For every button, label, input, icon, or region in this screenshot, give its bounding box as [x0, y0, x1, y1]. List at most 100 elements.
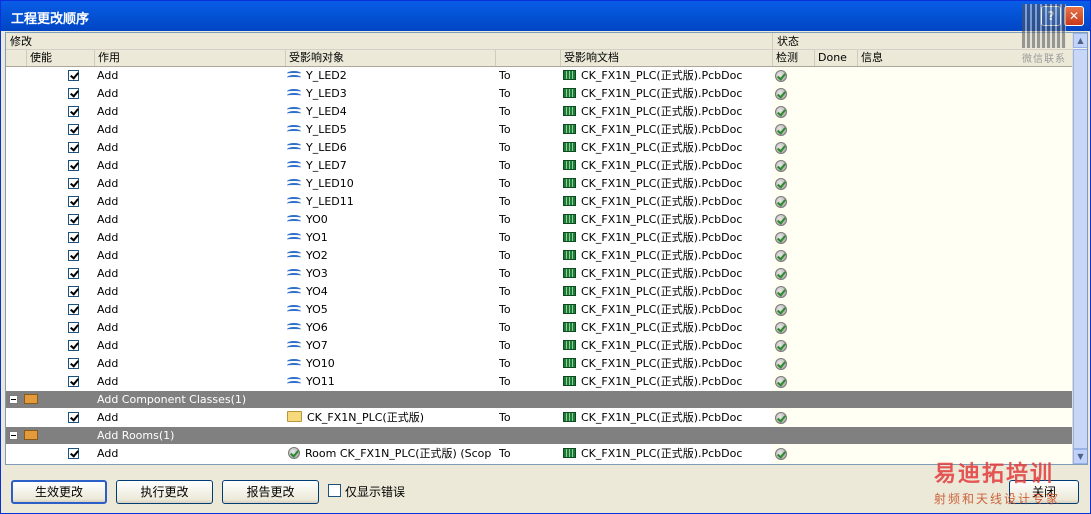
- change-row[interactable]: Add CK_FX1N_PLC(正式版) To CK_FX1N_PLC(正式版).Pc…: [6, 409, 1072, 427]
- execute-changes-button[interactable]: 执行更改: [116, 480, 213, 504]
- validate-changes-button[interactable]: 生效更改: [11, 480, 107, 504]
- object-label: YO5: [306, 303, 328, 316]
- change-row[interactable]: Add YO0 To CK_FX1N_PLC(正式版).PcbDoc: [6, 211, 1072, 229]
- check-cell: [775, 175, 787, 193]
- object-label: YO6: [306, 321, 328, 334]
- close-icon[interactable]: ✕: [1064, 6, 1084, 26]
- scroll-thumb[interactable]: [1073, 49, 1087, 449]
- document-cell: CK_FX1N_PLC(正式版).PcbDoc: [563, 319, 771, 337]
- column-header-document[interactable]: 受影响文档: [560, 50, 772, 66]
- object-label: Y_LED4: [306, 105, 347, 118]
- check-ok-icon: [775, 340, 787, 352]
- action-cell: Add: [97, 411, 119, 424]
- pcb-document-icon: [563, 196, 576, 206]
- enable-checkbox[interactable]: [68, 304, 79, 315]
- enable-checkbox[interactable]: [68, 340, 79, 351]
- check-cell: [775, 355, 787, 373]
- enable-checkbox[interactable]: [68, 376, 79, 387]
- change-row[interactable]: Add YO4 To CK_FX1N_PLC(正式版).PcbDoc: [6, 283, 1072, 301]
- pcb-document-icon: [563, 376, 576, 386]
- enable-checkbox[interactable]: [68, 124, 79, 135]
- object-cell: YO4: [287, 283, 492, 301]
- enable-checkbox[interactable]: [68, 106, 79, 117]
- net-icon: [287, 358, 301, 368]
- object-label: CK_FX1N_PLC(正式版): [307, 411, 425, 424]
- to-cell: To: [499, 141, 511, 154]
- pcb-document-icon: [563, 106, 576, 116]
- title-bar: 工程更改顺序 ? ✕: [1, 1, 1090, 31]
- report-changes-button[interactable]: 报告更改: [222, 480, 319, 504]
- object-cell: Y_LED10: [287, 175, 492, 193]
- enable-checkbox[interactable]: [68, 412, 79, 423]
- enable-checkbox[interactable]: [68, 196, 79, 207]
- vertical-scrollbar[interactable]: ▲ ▼: [1072, 33, 1087, 464]
- show-errors-only-checkbox[interactable]: [328, 484, 341, 497]
- change-row[interactable]: Add Y_LED2 To CK_FX1N_PLC(正式版).PcbDoc: [6, 67, 1072, 85]
- change-row[interactable]: Add Y_LED6 To CK_FX1N_PLC(正式版).PcbDoc: [6, 139, 1072, 157]
- change-row[interactable]: Add Y_LED3 To CK_FX1N_PLC(正式版).PcbDoc: [6, 85, 1072, 103]
- net-icon: [287, 340, 301, 350]
- change-row[interactable]: Add YO7 To CK_FX1N_PLC(正式版).PcbDoc: [6, 337, 1072, 355]
- enable-checkbox[interactable]: [68, 250, 79, 261]
- change-row[interactable]: Add YO3 To CK_FX1N_PLC(正式版).PcbDoc: [6, 265, 1072, 283]
- collapse-icon[interactable]: [9, 395, 18, 404]
- change-row[interactable]: Add YO5 To CK_FX1N_PLC(正式版).PcbDoc: [6, 301, 1072, 319]
- change-row[interactable]: Add YO2 To CK_FX1N_PLC(正式版).PcbDoc: [6, 247, 1072, 265]
- column-header-check[interactable]: 检测: [772, 50, 814, 66]
- change-row[interactable]: Add YO10 To CK_FX1N_PLC(正式版).PcbDoc: [6, 355, 1072, 373]
- column-header-object[interactable]: 受影响对象: [285, 50, 495, 66]
- change-row[interactable]: Add YO11 To CK_FX1N_PLC(正式版).PcbDoc: [6, 373, 1072, 391]
- change-row[interactable]: Add Room CK_FX1N_PLC(正式版) (Scope= To CK_FX1…: [6, 445, 1072, 463]
- object-cell: YO11: [287, 373, 492, 391]
- change-row[interactable]: Add YO6 To CK_FX1N_PLC(正式版).PcbDoc: [6, 319, 1072, 337]
- enable-checkbox[interactable]: [68, 268, 79, 279]
- pcb-document-icon: [563, 322, 576, 332]
- enable-checkbox[interactable]: [68, 286, 79, 297]
- group-row[interactable]: Add Component Classes(1): [6, 391, 1072, 408]
- change-row[interactable]: Add Y_LED10 To CK_FX1N_PLC(正式版).PcbDoc: [6, 175, 1072, 193]
- column-header-done[interactable]: Done: [814, 50, 857, 66]
- folder-icon: [24, 430, 38, 440]
- check-cell: [775, 373, 787, 391]
- enable-checkbox[interactable]: [68, 232, 79, 243]
- change-row[interactable]: Add Y_LED5 To CK_FX1N_PLC(正式版).PcbDoc: [6, 121, 1072, 139]
- change-row[interactable]: Add YO1 To CK_FX1N_PLC(正式版).PcbDoc: [6, 229, 1072, 247]
- check-ok-icon: [775, 142, 787, 154]
- to-cell: To: [499, 195, 511, 208]
- enable-checkbox[interactable]: [68, 88, 79, 99]
- column-header-to[interactable]: [495, 50, 560, 66]
- enable-checkbox[interactable]: [68, 142, 79, 153]
- enable-checkbox[interactable]: [68, 358, 79, 369]
- net-icon: [287, 322, 301, 332]
- to-cell: To: [499, 375, 511, 388]
- net-icon: [287, 142, 301, 152]
- enable-checkbox[interactable]: [68, 160, 79, 171]
- object-cell: Y_LED5: [287, 121, 492, 139]
- action-cell: Add: [97, 213, 119, 226]
- column-header-enable[interactable]: 使能▽: [26, 50, 94, 66]
- change-row[interactable]: Add Y_LED4 To CK_FX1N_PLC(正式版).PcbDoc: [6, 103, 1072, 121]
- collapse-icon[interactable]: [9, 431, 18, 440]
- enable-checkbox[interactable]: [68, 214, 79, 225]
- enable-checkbox[interactable]: [68, 178, 79, 189]
- change-row[interactable]: Add Y_LED11 To CK_FX1N_PLC(正式版).PcbDoc: [6, 193, 1072, 211]
- enable-checkbox[interactable]: [68, 448, 79, 459]
- document-label: CK_FX1N_PLC(正式版).PcbDoc: [581, 105, 743, 118]
- pcb-document-icon: [563, 88, 576, 98]
- document-label: CK_FX1N_PLC(正式版).PcbDoc: [581, 69, 743, 82]
- check-ok-icon: [775, 376, 787, 388]
- enable-checkbox[interactable]: [68, 70, 79, 81]
- to-cell: To: [499, 159, 511, 172]
- check-ok-icon: [775, 268, 787, 280]
- change-row[interactable]: Add Y_LED7 To CK_FX1N_PLC(正式版).PcbDoc: [6, 157, 1072, 175]
- group-row[interactable]: Add Rooms(1): [6, 427, 1072, 444]
- column-header-action[interactable]: 作用: [94, 50, 285, 66]
- engineering-change-order-dialog: 工程更改顺序 ? ✕ 修改 状态 使能▽ 作用 受影响对象 受影响文档 检测 D…: [0, 0, 1091, 514]
- action-cell: Add: [97, 69, 119, 82]
- object-cell: CK_FX1N_PLC(正式版): [287, 409, 492, 427]
- enable-checkbox[interactable]: [68, 322, 79, 333]
- document-label: CK_FX1N_PLC(正式版).PcbDoc: [581, 195, 743, 208]
- check-ok-icon: [775, 448, 787, 460]
- scroll-up-icon[interactable]: ▲: [1073, 33, 1087, 48]
- show-errors-only-label[interactable]: 仅显示错误: [345, 483, 405, 500]
